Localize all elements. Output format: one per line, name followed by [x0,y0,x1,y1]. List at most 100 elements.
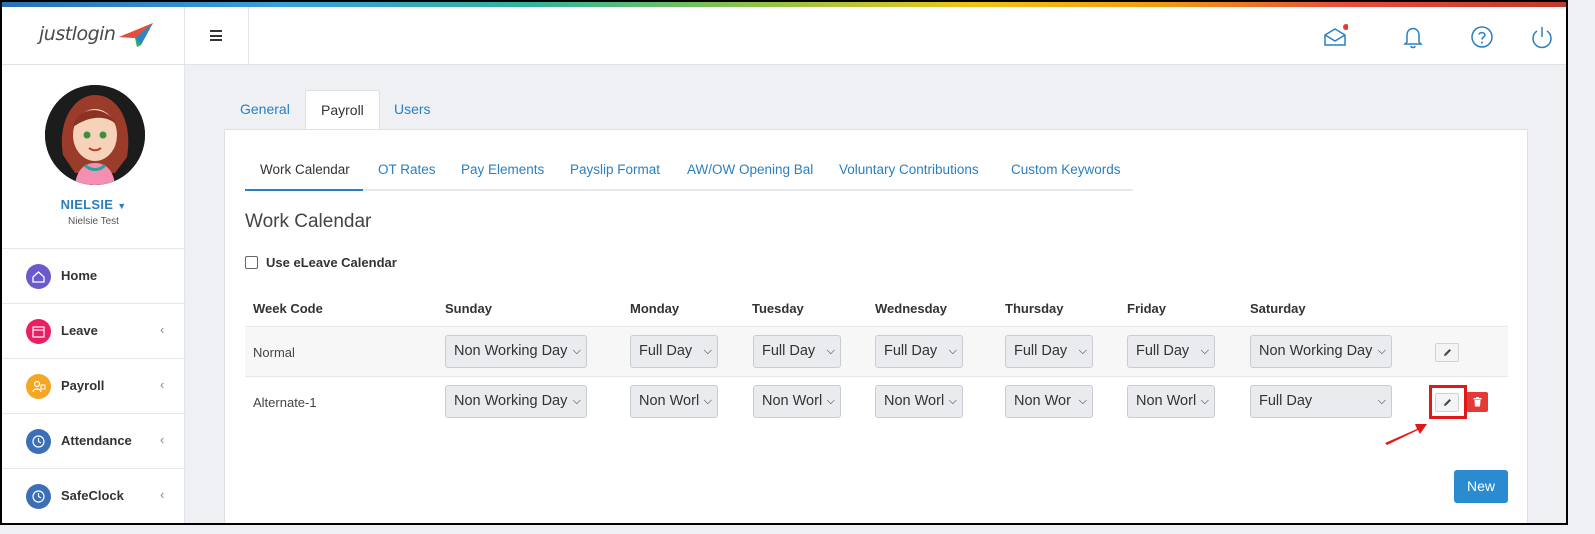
chevron-down-icon: ⌵ [823,336,835,367]
thursday-select[interactable]: Non Wor ⌵ [1005,385,1093,418]
chevron-left-icon: ‹ [160,322,165,337]
top-bar: justlogin [2,7,1566,65]
avatar-illustration [45,85,145,185]
thursday-select[interactable]: Full Day ⌵ [1005,335,1093,368]
chevron-left-icon: ‹ [160,432,165,447]
chevron-down-icon: ⌵ [700,336,712,367]
tuesday-select[interactable]: Non Worl ⌵ [753,385,841,418]
sidebar-item-leave[interactable]: Leave ‹ [2,303,185,358]
chevron-down-icon: ⌵ [1075,336,1087,367]
select-value: Full Day [1259,393,1313,409]
sidebar-item-safeclock[interactable]: SafeClock ‹ [2,468,185,523]
annotation-arrow-icon [1385,424,1427,445]
chevron-down-icon: ⌵ [569,336,581,367]
wednesday-select[interactable]: Full Day ⌵ [875,335,963,368]
subtab-voluntary-contributions[interactable]: Voluntary Contributions [839,162,979,177]
column-header: Friday [1127,301,1167,316]
monday-select[interactable]: Full Day ⌵ [630,335,718,368]
wednesday-select[interactable]: Non Worl ⌵ [875,385,963,418]
home-icon [26,264,51,289]
payroll-subtabs: Work Calendar OT Rates Pay Elements Pays… [245,150,1133,191]
chevron-down-icon: ⌵ [1197,386,1209,417]
bell-icon[interactable] [1400,24,1426,50]
tab-users[interactable]: Users [379,90,446,130]
saturday-select[interactable]: Full Day ⌵ [1250,385,1392,418]
tab-general[interactable]: General [225,90,305,130]
user-name: NIELSIE [60,197,114,212]
trash-icon [1473,397,1481,407]
tuesday-select[interactable]: Full Day ⌵ [753,335,841,368]
sidebar-item-label: Payroll [61,378,105,393]
help-icon[interactable] [1469,24,1495,50]
power-icon[interactable] [1529,24,1555,50]
logo-area[interactable]: justlogin [2,7,185,65]
use-eleave-calendar-option[interactable]: Use eLeave Calendar [245,255,397,270]
delete-button[interactable] [1466,392,1488,412]
chevron-down-icon: ⌵ [1374,336,1386,367]
sidebar-item-home[interactable]: Home [2,248,185,303]
subtab-ot-rates[interactable]: OT Rates [378,162,436,177]
select-value: Non Worl [1136,393,1197,409]
week-code: Alternate-1 [253,395,317,410]
column-header: Sunday [445,301,492,316]
notification-dot [1343,24,1348,30]
table-row: Alternate-1 Non Working Day ⌵ Non Worl ⌵ N… [245,376,1508,426]
table-row: Normal Non Working Day ⌵ Full Day ⌵ Full D… [245,326,1508,376]
payroll-panel: Work Calendar OT Rates Pay Elements Pays… [224,129,1528,523]
saturday-select[interactable]: Non Working Day ⌵ [1250,335,1392,368]
chevron-down-icon: ⌵ [945,386,957,417]
column-header: Week Code [253,301,323,316]
chevron-down-icon: ⌵ [1075,386,1087,417]
edit-button-highlight [1429,385,1467,419]
user-menu[interactable]: NIELSIE ▼ [2,197,185,212]
section-title: Work Calendar [245,211,372,232]
select-value: Non Working Day [454,343,568,359]
inbox-icon[interactable] [1322,24,1348,50]
select-value: Non Wor [1014,393,1071,409]
edit-button[interactable] [1435,343,1459,362]
subtab-work-calendar[interactable]: Work Calendar [260,162,350,177]
friday-select[interactable]: Non Worl ⌵ [1127,385,1215,418]
avatar[interactable] [45,85,145,185]
subtab-payslip-format[interactable]: Payslip Format [570,162,660,177]
chevron-left-icon: ‹ [160,487,165,502]
clock-icon [26,429,51,454]
column-header: Thursday [1005,301,1064,316]
paper-plane-logo-icon [119,23,153,47]
subtab-aw-ow-opening-bal[interactable]: AW/OW Opening Bal [687,162,813,177]
subtab-pay-elements[interactable]: Pay Elements [461,162,544,177]
sidebar-item-payroll[interactable]: Payroll ‹ [2,358,185,413]
chevron-down-icon: ⌵ [823,386,835,417]
active-subtab-indicator [245,189,363,191]
payroll-icon [26,374,51,399]
column-header: Monday [630,301,680,316]
monday-select[interactable]: Non Worl ⌵ [630,385,718,418]
select-value: Non Worl [884,393,945,409]
pencil-icon [1443,349,1451,356]
select-value: Non Worl [762,393,823,409]
chevron-down-icon: ⌵ [1374,386,1386,417]
use-eleave-calendar-checkbox[interactable] [245,256,258,269]
sunday-select[interactable]: Non Working Day ⌵ [445,335,587,368]
select-value: Full Day [1014,343,1068,359]
new-button[interactable]: New [1454,470,1508,503]
sidebar-item-attendance[interactable]: Attendance ‹ [2,413,185,468]
column-header: Wednesday [875,301,948,316]
safeclock-icon [26,484,51,509]
logo-text: justlogin [39,23,116,45]
select-value: Full Day [762,343,816,359]
menu-toggle[interactable] [185,7,249,65]
select-value: Non Working Day [454,393,568,409]
sidebar: NIELSIE ▼ Nielsie Test Home Leave ‹ Payr… [2,65,185,523]
subtab-custom-keywords[interactable]: Custom Keywords [1011,162,1121,177]
tab-payroll[interactable]: Payroll [305,90,380,130]
app-window: justlogin NIELSIE ▼ Nielsie Test Home Le… [0,0,1568,525]
sidebar-item-label: Attendance [61,433,132,448]
user-subtitle: Nielsie Test [68,216,119,227]
hamburger-icon[interactable] [210,30,222,41]
sunday-select[interactable]: Non Working Day ⌵ [445,385,587,418]
friday-select[interactable]: Full Day ⌵ [1127,335,1215,368]
week-code: Normal [253,345,295,360]
caret-down-icon: ▼ [117,201,127,211]
column-header: Saturday [1250,301,1306,316]
